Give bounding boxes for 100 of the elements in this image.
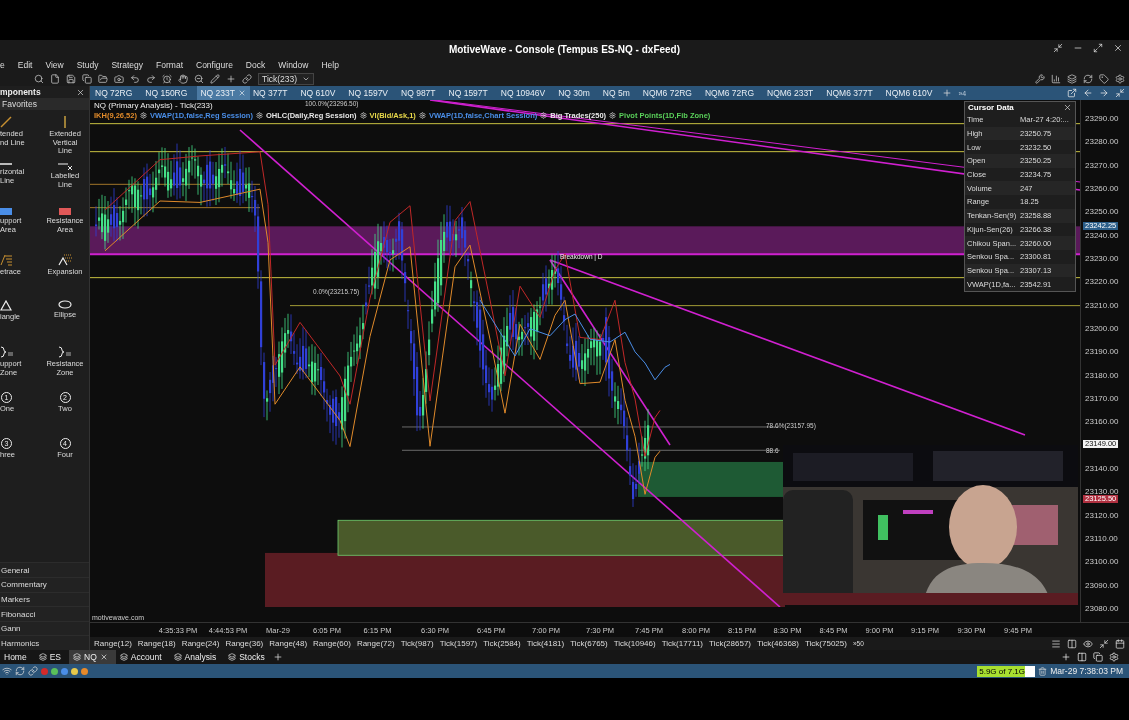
category-item[interactable]: Commentary (0, 577, 89, 592)
copy-icon[interactable] (82, 74, 92, 84)
category-item[interactable]: General (0, 562, 89, 578)
bar-size-button[interactable]: Range(60) (313, 639, 351, 648)
bar-size-button[interactable]: Tick(75025) (804, 639, 847, 648)
chart-tab[interactable]: NQM6 233T (764, 86, 824, 100)
crosshair-icon[interactable] (226, 74, 236, 84)
menu-item[interactable]: Configure (196, 60, 233, 70)
chart-tab[interactable]: NQ 1597T (445, 86, 498, 100)
chart-tab[interactable]: NQM6 72RG (639, 86, 702, 100)
save-icon[interactable] (66, 74, 76, 84)
chart-tab[interactable]: NQ 233T (197, 86, 250, 100)
chart-tab[interactable]: NQ 610V (297, 86, 346, 100)
chart-tab[interactable]: NQ 1597V (345, 86, 399, 100)
menu-icon[interactable] (1051, 638, 1061, 649)
settings-icon[interactable] (1115, 74, 1125, 84)
close-icon[interactable] (1113, 43, 1123, 53)
bar-size-button[interactable]: Range(72) (356, 639, 395, 648)
chart-tab[interactable]: NQ 72RG (92, 86, 143, 100)
add-tab-icon[interactable] (272, 652, 283, 662)
camera-icon[interactable] (114, 74, 124, 84)
close-icon[interactable] (1063, 103, 1072, 112)
workspace-tab[interactable]: Analysis (169, 650, 225, 664)
alarm-icon[interactable] (162, 74, 172, 84)
popout-icon[interactable] (1067, 88, 1077, 98)
eye-icon[interactable] (1083, 638, 1093, 649)
refresh-icon[interactable] (1083, 74, 1093, 84)
category-item[interactable]: Fibonacci (0, 606, 89, 621)
bar-size-button[interactable]: Range(18) (137, 639, 176, 648)
category-item[interactable]: Harmonics (0, 635, 89, 650)
menu-item[interactable]: e (0, 60, 5, 70)
bar-size-button[interactable]: Range(48) (269, 639, 308, 648)
search-icon[interactable] (34, 74, 44, 84)
menu-item[interactable]: Format (156, 60, 183, 70)
columns-icon[interactable] (1077, 652, 1087, 662)
chart-tab[interactable]: NQM6 377T (823, 86, 883, 100)
status-dot[interactable] (61, 667, 68, 675)
fullscreen-icon[interactable] (1053, 43, 1063, 53)
forward-icon[interactable] (1099, 88, 1109, 98)
bar-size-button[interactable]: Tick(10946) (613, 639, 656, 648)
link-icon[interactable] (28, 666, 38, 676)
workspace-tab[interactable]: Account (115, 650, 170, 664)
menu-item[interactable]: Study (76, 60, 99, 70)
bar-size-button[interactable]: Range(36) (225, 639, 264, 648)
copy-icon[interactable] (1093, 652, 1103, 662)
bar-size-button[interactable]: Tick(1597) (439, 639, 478, 648)
bar-chart-icon[interactable] (1051, 74, 1061, 84)
workspace-tab[interactable]: NQ (69, 650, 116, 664)
status-dot[interactable] (71, 667, 78, 675)
close-icon[interactable] (76, 87, 85, 97)
workspace-tab[interactable]: ES (34, 650, 70, 664)
status-dot[interactable] (51, 667, 58, 675)
layers-icon[interactable] (1067, 74, 1077, 84)
tag-icon[interactable] (1099, 74, 1109, 84)
close-icon[interactable] (99, 653, 108, 661)
chart-tab[interactable]: NQM6 72RG (701, 86, 764, 100)
hand-icon[interactable] (178, 74, 188, 84)
status-dot[interactable] (41, 667, 48, 675)
menu-item[interactable]: View (45, 60, 64, 70)
calendar-icon[interactable] (1115, 638, 1125, 649)
workspace-tab[interactable]: Stocks (224, 650, 273, 664)
bar-size-button[interactable]: Range(12) (94, 639, 132, 648)
bar-size-button[interactable]: Tick(28657) (709, 639, 751, 648)
bar-size-button[interactable]: Tick(4181) (526, 639, 565, 648)
add-icon[interactable] (1061, 652, 1071, 662)
workspace-tab[interactable]: Home (0, 650, 35, 664)
bar-size-button[interactable]: Tick(46368) (757, 639, 799, 648)
trash-icon[interactable] (1038, 666, 1048, 676)
section-header[interactable]: Favorites (0, 98, 89, 110)
layout-icon[interactable] (1067, 638, 1077, 649)
collapse-icon[interactable] (1115, 88, 1125, 98)
bar-size-button[interactable]: Range(24) (181, 639, 220, 648)
menu-item[interactable]: Strategy (111, 60, 144, 70)
menu-item[interactable]: Edit (17, 60, 33, 70)
menu-item[interactable]: Help (321, 60, 339, 70)
chart-tab[interactable]: NQM6 610V (882, 86, 943, 100)
maximize-icon[interactable] (1093, 43, 1103, 53)
menu-item[interactable]: Window (278, 60, 309, 70)
sync-icon[interactable] (15, 666, 25, 676)
pencil-icon[interactable] (210, 74, 220, 84)
resize-icon[interactable] (1099, 638, 1109, 649)
link-icon[interactable] (242, 74, 252, 84)
bar-size-button[interactable]: Tick(987) (400, 639, 434, 648)
chart-tab[interactable]: NQ 10946V (497, 86, 556, 100)
status-dot[interactable] (81, 667, 88, 675)
add-tab-icon[interactable] (942, 88, 953, 98)
chart-tab[interactable]: NQ 5m (599, 86, 640, 100)
bar-size-dropdown[interactable]: Tick(233) (258, 73, 314, 85)
zoom-out-icon[interactable] (194, 74, 204, 84)
chart-tab[interactable]: NQ 30m (555, 86, 600, 100)
bar-size-button[interactable]: Tick(6765) (570, 639, 608, 648)
wrench-icon[interactable] (1035, 74, 1045, 84)
wifi-icon[interactable] (2, 666, 12, 676)
bar-size-button[interactable]: Tick(2584) (483, 639, 521, 648)
back-icon[interactable] (1083, 88, 1093, 98)
file-icon[interactable] (50, 74, 60, 84)
bar-size-button[interactable]: Tick(17711) (661, 639, 704, 648)
redo-icon[interactable] (146, 74, 156, 84)
menu-item[interactable]: Dock (245, 60, 266, 70)
chart-tab[interactable]: NQ 377T (249, 86, 298, 100)
